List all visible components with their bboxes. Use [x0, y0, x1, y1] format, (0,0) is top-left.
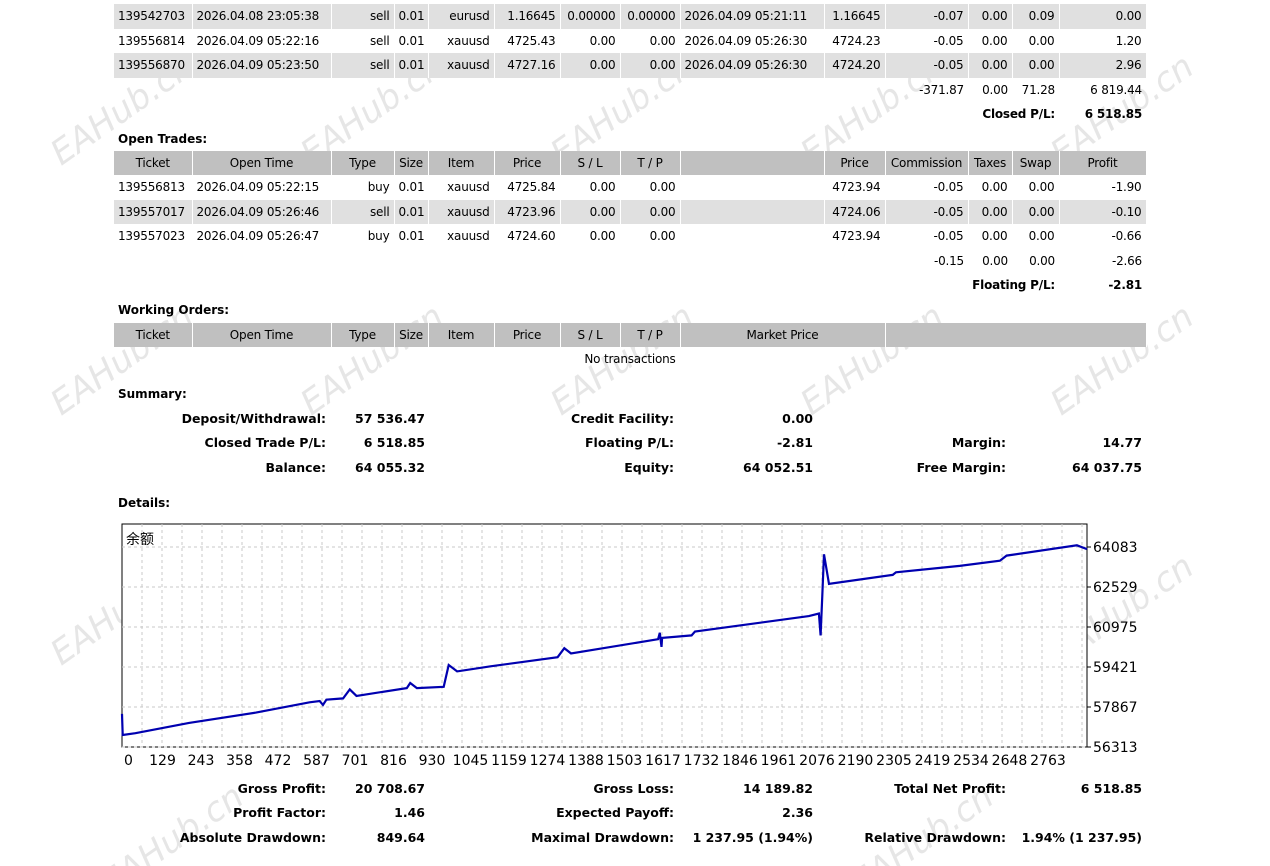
chart-title: 余额 — [126, 531, 154, 548]
label: Gross Loss: — [593, 781, 674, 796]
x-tick-label: 2648 — [992, 753, 1028, 769]
label: Absolute Drawdown: — [179, 830, 326, 845]
x-tick-label: 2076 — [799, 753, 835, 769]
balance-chart: 64083 62529 60975 59421 57867 56313 0 129 243 358… — [120, 523, 1138, 769]
value: 1.94% (1 237.95) — [1021, 830, 1142, 845]
label: Expected Payoff: — [556, 805, 674, 820]
x-tick-label: 2419 — [915, 753, 951, 769]
x-tick-label: 587 — [303, 753, 330, 769]
y-tick-label: 60975 — [1093, 620, 1138, 636]
value: 2.36 — [782, 805, 813, 820]
x-tick-label: 2190 — [838, 753, 874, 769]
x-tick-label: 1159 — [491, 753, 527, 769]
y-tick-label: 56313 — [1093, 740, 1138, 756]
x-tick-label: 358 — [226, 753, 253, 769]
x-tick-label: 243 — [188, 753, 215, 769]
x-tick-label: 1388 — [568, 753, 604, 769]
x-tick-label: 1617 — [645, 753, 681, 769]
x-tick-label: 1274 — [530, 753, 566, 769]
label: Relative Drawdown: — [864, 830, 1006, 845]
x-tick-label: 930 — [419, 753, 446, 769]
watermark: EAHub.cn — [93, 776, 252, 866]
value: 14 189.82 — [743, 781, 813, 796]
x-tick-label: 2763 — [1030, 753, 1066, 769]
value: 6 518.85 — [1080, 781, 1142, 796]
y-tick-label: 64083 — [1093, 540, 1138, 556]
x-tick-label: 1732 — [684, 753, 720, 769]
label: Gross Profit: — [237, 781, 326, 796]
report-page: EAHub.cn EAHub.cn EAHub.cn EAHub.cn EAHub.cn… — [0, 0, 1270, 866]
x-tick-label: 472 — [265, 753, 292, 769]
y-tick-label: 59421 — [1093, 660, 1138, 676]
x-tick-label: 0 — [124, 753, 133, 769]
label: Profit Factor: — [233, 805, 326, 820]
value: 849.64 — [376, 830, 425, 845]
value: 1 237.95 (1.94%) — [692, 830, 813, 845]
y-tick-label: 62529 — [1093, 580, 1138, 596]
x-tick-label: 129 — [149, 753, 176, 769]
y-tick-label: 57867 — [1093, 700, 1138, 716]
x-tick-label: 1503 — [607, 753, 643, 769]
label: Total Net Profit: — [894, 781, 1006, 796]
x-tick-label: 2305 — [876, 753, 912, 769]
label: Maximal Drawdown: — [531, 830, 674, 845]
x-tick-label: 1846 — [722, 753, 758, 769]
value: 1.46 — [394, 805, 425, 820]
x-tick-label: 816 — [380, 753, 407, 769]
x-tick-label: 2534 — [953, 753, 989, 769]
x-tick-label: 701 — [342, 753, 369, 769]
x-tick-label: 1961 — [761, 753, 797, 769]
plot-area — [121, 523, 1088, 748]
value: 20 708.67 — [355, 781, 425, 796]
x-tick-label: 1045 — [453, 753, 489, 769]
